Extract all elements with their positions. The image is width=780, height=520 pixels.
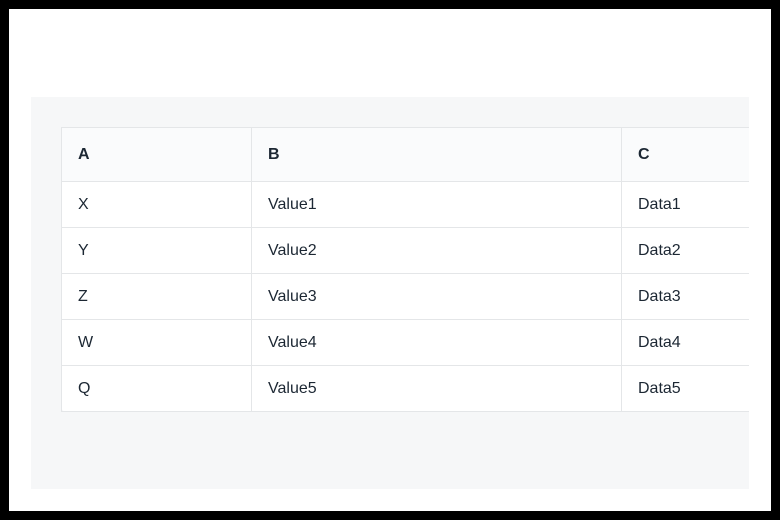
cell-c: Data2 bbox=[622, 228, 750, 274]
cell-b: Value2 bbox=[252, 228, 622, 274]
data-table: A B C X Value1 Data1 Y Value2 Data2 bbox=[61, 127, 749, 412]
table-row: X Value1 Data1 bbox=[62, 182, 750, 228]
table-row: W Value4 Data4 bbox=[62, 320, 750, 366]
cell-a: Q bbox=[62, 366, 252, 412]
cell-c: Data4 bbox=[622, 320, 750, 366]
cell-a: X bbox=[62, 182, 252, 228]
cell-a: W bbox=[62, 320, 252, 366]
cell-a: Z bbox=[62, 274, 252, 320]
table-header-b: B bbox=[252, 128, 622, 182]
table-row: Q Value5 Data5 bbox=[62, 366, 750, 412]
table-header-row: A B C bbox=[62, 128, 750, 182]
cell-b: Value3 bbox=[252, 274, 622, 320]
cell-b: Value5 bbox=[252, 366, 622, 412]
cell-b: Value4 bbox=[252, 320, 622, 366]
content-area: A B C X Value1 Data1 Y Value2 Data2 bbox=[31, 29, 749, 489]
window-frame: A B C X Value1 Data1 Y Value2 Data2 bbox=[0, 0, 780, 520]
table-header-a: A bbox=[62, 128, 252, 182]
table-panel: A B C X Value1 Data1 Y Value2 Data2 bbox=[31, 97, 749, 489]
table-header-c: C bbox=[622, 128, 750, 182]
table-row: Y Value2 Data2 bbox=[62, 228, 750, 274]
cell-c: Data1 bbox=[622, 182, 750, 228]
cell-a: Y bbox=[62, 228, 252, 274]
table-row: Z Value3 Data3 bbox=[62, 274, 750, 320]
cell-c: Data5 bbox=[622, 366, 750, 412]
cell-b: Value1 bbox=[252, 182, 622, 228]
cell-c: Data3 bbox=[622, 274, 750, 320]
